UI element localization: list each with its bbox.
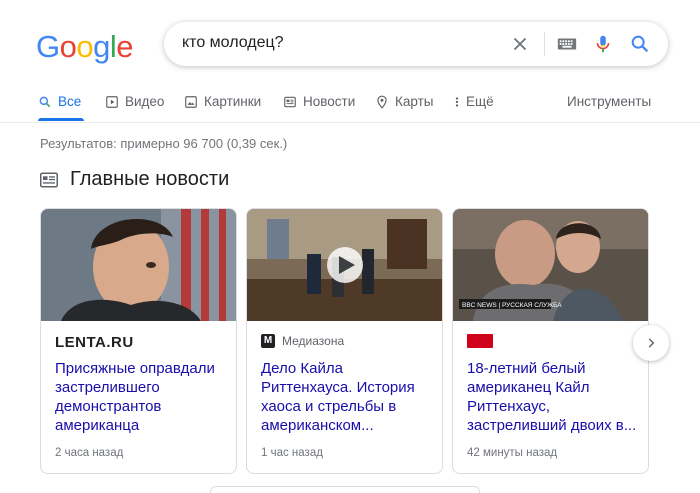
news-headline[interactable]: Присяжные оправдали застрелившего демонс… xyxy=(55,359,227,435)
search-divider xyxy=(544,32,545,56)
video-icon xyxy=(106,95,118,108)
tab-news[interactable]: Новости xyxy=(283,94,355,109)
clear-icon[interactable] xyxy=(509,33,531,55)
news-thumbnail xyxy=(41,209,236,321)
news-icon xyxy=(284,96,296,107)
search-tabs: Все Видео Картинки Новости Карты Ещё Инс… xyxy=(0,86,700,123)
tools-label: Инструменты xyxy=(567,94,652,109)
microphone-icon[interactable] xyxy=(592,33,614,55)
news-source xyxy=(467,334,493,348)
keyboard-icon[interactable] xyxy=(556,33,578,55)
more-vert-icon xyxy=(455,96,459,107)
news-thumbnail xyxy=(247,209,442,321)
tab-label: Ещё xyxy=(466,94,494,109)
logo-letter: o xyxy=(59,29,77,64)
news-time: 2 часа назад xyxy=(55,447,124,459)
source-logo: M xyxy=(261,334,275,348)
logo-letter: g xyxy=(93,29,110,64)
source-logo xyxy=(467,334,493,348)
tab-label: Новости xyxy=(303,94,356,109)
tab-all[interactable]: Все xyxy=(38,94,81,109)
google-logo[interactable]: Google xyxy=(36,27,134,67)
news-icon xyxy=(40,172,58,187)
chevron-right-icon xyxy=(648,338,655,348)
image-caption: BBC NEWS | РУССКАЯ СЛУЖБА xyxy=(462,302,562,309)
tab-video[interactable]: Видео xyxy=(105,94,164,109)
top-news-header: Главные новости xyxy=(40,168,229,191)
search-icon xyxy=(39,96,51,107)
news-card[interactable]: BBC NEWS | РУССКАЯ СЛУЖБА 18-летний белы… xyxy=(452,208,649,474)
tab-images[interactable]: Картинки xyxy=(184,94,261,109)
tools-button[interactable]: Инструменты xyxy=(567,94,651,109)
search-icon[interactable] xyxy=(629,33,651,55)
news-card[interactable]: M Медиазона Дело Кайла Риттенхауса. Исто… xyxy=(246,208,443,474)
logo-letter: o xyxy=(76,29,94,64)
news-source: M Медиазона xyxy=(261,334,344,348)
tab-more[interactable]: Ещё xyxy=(454,94,494,109)
tab-label: Карты xyxy=(395,94,434,109)
news-time: 42 минуты назад xyxy=(467,447,558,459)
news-thumbnail: BBC NEWS | РУССКАЯ СЛУЖБА xyxy=(453,209,648,321)
tab-maps[interactable]: Карты xyxy=(375,94,433,109)
logo-letter: G xyxy=(36,29,60,64)
news-source: LENTA.RU xyxy=(55,334,134,351)
news-time: 1 час назад xyxy=(261,447,323,459)
news-headline[interactable]: Дело Кайла Риттенхауса. История хаоса и … xyxy=(261,359,433,435)
map-pin-icon xyxy=(377,95,387,109)
source-logo: LENTA.RU xyxy=(55,334,134,351)
news-card[interactable]: LENTA.RU Присяжные оправдали застреливше… xyxy=(40,208,237,474)
tab-label: Все xyxy=(58,94,82,109)
source-name: Медиазона xyxy=(282,334,345,348)
search-input[interactable]: кто молодец? xyxy=(182,34,284,52)
tab-label: Видео xyxy=(125,94,165,109)
logo-letter: e xyxy=(116,29,134,64)
tab-label: Картинки xyxy=(204,94,262,109)
image-icon xyxy=(185,95,197,108)
carousel-next-button[interactable] xyxy=(633,325,669,361)
active-tab-indicator xyxy=(38,118,84,121)
news-headline[interactable]: 18-летний белый американец Кайл Риттенха… xyxy=(467,359,639,435)
search-box[interactable]: кто молодец? xyxy=(164,22,668,66)
result-stats: Результатов: примерно 96 700 (0,39 сек.) xyxy=(40,136,288,151)
section-title: Главные новости xyxy=(70,168,230,190)
